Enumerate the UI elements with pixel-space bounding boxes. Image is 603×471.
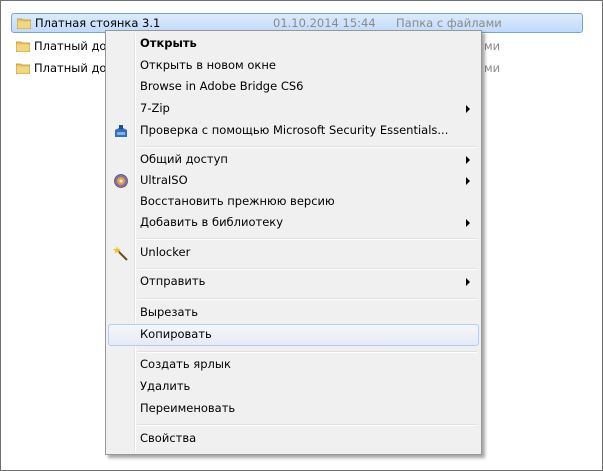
menu-item-open-new-window[interactable]: Открыть в новом окне	[108, 55, 479, 77]
menu-item-label: Удалить	[140, 379, 191, 393]
menu-item-label: Восстановить прежнюю версию	[140, 194, 335, 208]
menu-item-label: Browse in Adobe Bridge CS6	[140, 79, 304, 93]
menu-item-label: Создать ярлык	[140, 357, 231, 371]
menu-separator	[137, 351, 477, 353]
menu-item-restore-version[interactable]: Восстановить прежнюю версию	[108, 191, 479, 213]
menu-item-cut[interactable]: Вырезать	[108, 302, 479, 324]
menu-item-label: Общий доступ	[140, 152, 228, 166]
menu-separator	[137, 298, 477, 300]
menu-separator	[137, 268, 477, 270]
menu-separator	[137, 424, 477, 426]
file-type: ми	[484, 61, 501, 75]
menu-item-delete[interactable]: Удалить	[108, 376, 479, 398]
file-date: 01.10.2014 15:44	[273, 16, 376, 30]
wand-icon	[113, 246, 128, 261]
menu-item-label: 7-Zip	[140, 101, 170, 115]
menu-item-share[interactable]: Общий доступ	[108, 149, 479, 171]
menu-item-create-shortcut[interactable]: Создать ярлык	[108, 354, 479, 376]
menu-item-open[interactable]: Открыть	[108, 33, 479, 55]
menu-item-label: UltraISO	[140, 173, 188, 187]
menu-item-browse-bridge[interactable]: Browse in Adobe Bridge CS6	[108, 76, 479, 98]
menu-separator	[137, 146, 477, 148]
menu-item-unlocker[interactable]: Unlocker	[108, 242, 479, 264]
chevron-right-icon	[466, 105, 470, 113]
menu-item-send-to[interactable]: Отправить	[108, 271, 479, 293]
menu-item-label: Копировать	[140, 327, 212, 341]
menu-item-7zip[interactable]: 7-Zip	[108, 98, 479, 120]
file-type: Папка с файлами	[396, 16, 502, 30]
menu-item-label: Проверка с помощью Microsoft Security Es…	[140, 123, 449, 137]
chevron-right-icon	[466, 219, 470, 227]
file-name: Платный дос	[34, 61, 113, 75]
menu-item-label: Свойства	[140, 431, 197, 445]
file-name: Платная стоянка 3.1	[35, 16, 161, 30]
chevron-right-icon	[466, 177, 470, 185]
menu-item-label: Открыть	[140, 36, 197, 50]
menu-item-ultraiso[interactable]: UltraISO	[108, 170, 479, 192]
menu-item-properties[interactable]: Свойства	[108, 428, 479, 450]
file-type: ми	[484, 39, 501, 53]
menu-item-label: Открыть в новом окне	[140, 58, 276, 72]
menu-item-copy[interactable]: Копировать	[108, 324, 479, 346]
menu-item-add-library[interactable]: Добавить в библиотеку	[108, 212, 479, 234]
menu-item-mse-scan[interactable]: Проверка с помощью Microsoft Security Es…	[108, 120, 479, 142]
folder-icon	[17, 18, 31, 29]
menu-separator	[137, 238, 477, 240]
menu-item-label: Добавить в библиотеку	[140, 215, 284, 229]
file-name: Платный дос	[34, 39, 113, 53]
folder-icon	[16, 63, 30, 74]
menu-item-label: Unlocker	[140, 245, 191, 259]
explorer-window: Платная стоянка 3.1 01.10.2014 15:44 Пап…	[0, 0, 603, 471]
folder-icon	[16, 41, 30, 52]
shield-icon	[115, 125, 127, 137]
menu-item-rename[interactable]: Переименовать	[108, 398, 479, 420]
chevron-right-icon	[466, 278, 470, 286]
menu-item-label: Отправить	[140, 274, 206, 288]
chevron-right-icon	[466, 156, 470, 164]
menu-item-label: Вырезать	[140, 305, 198, 319]
menu-item-label: Переименовать	[140, 401, 236, 415]
context-menu: Открыть Открыть в новом окне Browse in A…	[105, 30, 482, 455]
disc-icon	[114, 174, 128, 188]
